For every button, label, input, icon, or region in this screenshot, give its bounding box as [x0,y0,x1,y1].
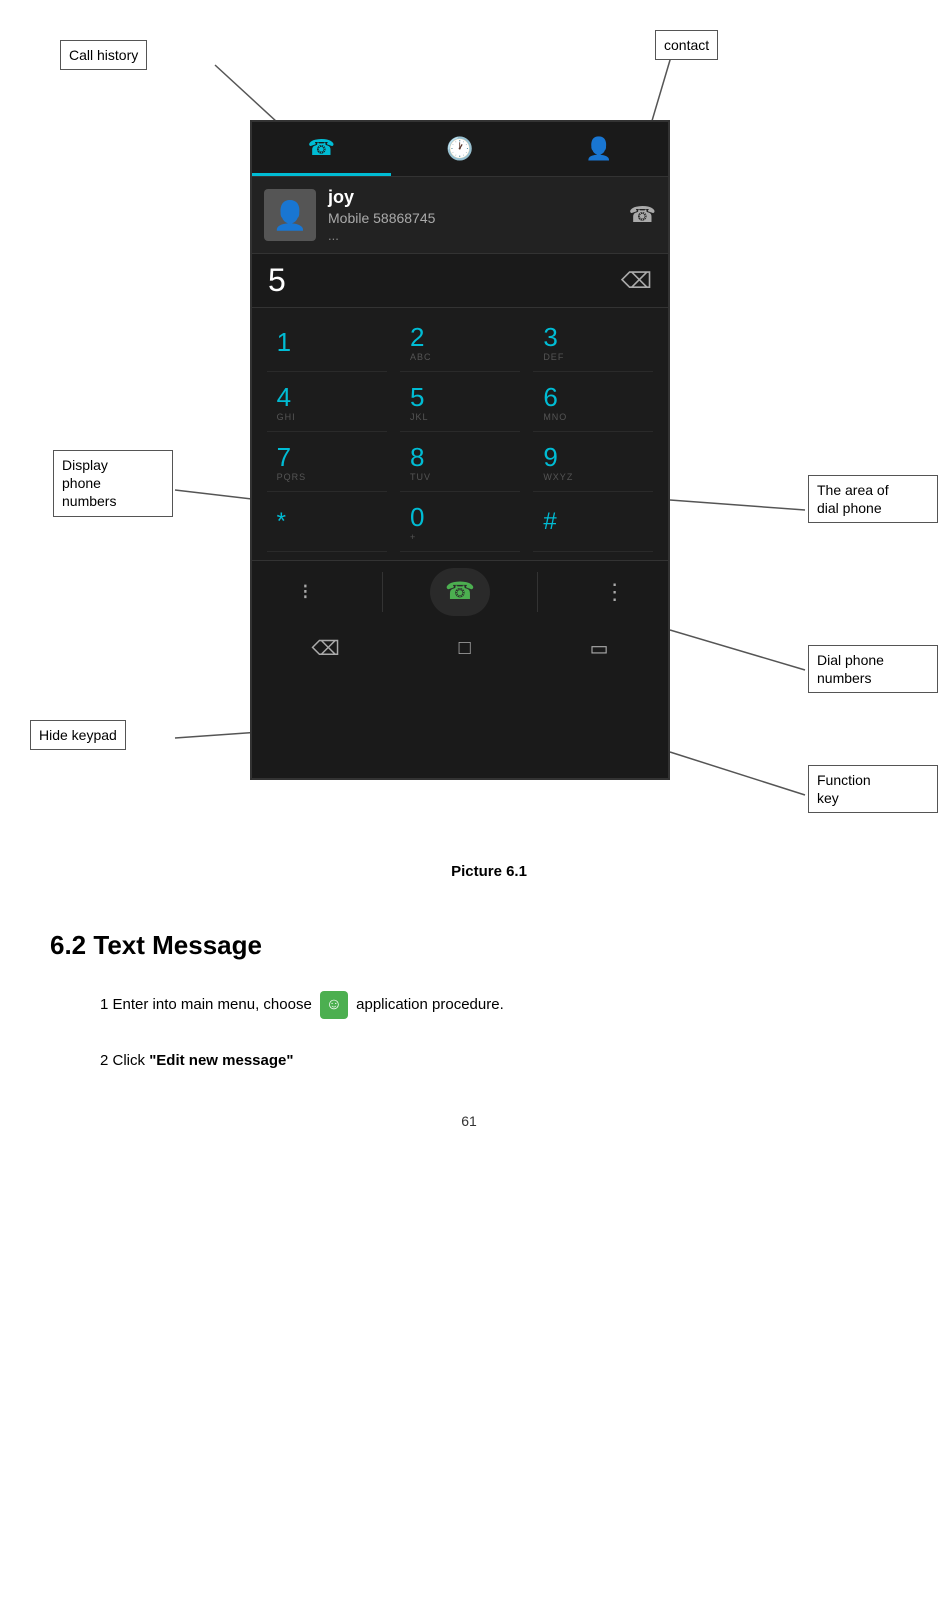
key-1[interactable]: 1 [267,314,387,372]
keypad-row-4: * 0 + # [260,494,660,552]
contact-name: joy [328,187,617,208]
step2-prefix: 2 Click [100,1052,149,1069]
keypad-toggle-button[interactable]: ⁝ [275,568,335,616]
phone-call-button[interactable]: ☎ [629,202,656,228]
page-container: Call history contact ☎ 🕐 👤 👤 joy Mobile … [0,0,938,1615]
key-5[interactable]: 5 JKL [400,374,520,432]
key-8[interactable]: 8 TUV [400,434,520,492]
area-of-dial-phone-label: The area ofdial phone [808,475,938,523]
messaging-icon [320,991,348,1019]
contact-number: Mobile 58868745 [328,210,617,226]
back-button[interactable]: ⌫ [311,636,339,661]
contact-info: joy Mobile 58868745 ... [328,187,617,243]
display-phone-numbers-label: Displayphonenumbers [53,450,173,517]
divider-2 [537,572,538,612]
divider-1 [382,572,383,612]
avatar: 👤 [264,189,316,241]
diagram-wrapper: Call history contact ☎ 🕐 👤 👤 joy Mobile … [20,20,938,890]
contact-more: ... [328,228,617,243]
dial-phone-numbers-label: Dial phonenumbers [808,645,938,693]
key-0[interactable]: 0 + [400,494,520,552]
section-heading: 6.2 Text Message [50,930,918,961]
phone-contacts-tab[interactable]: 👤 [529,122,668,176]
step2-text: 2 Click "Edit new message" [100,1049,918,1073]
phone-top-bar: ☎ 🕐 👤 [252,122,668,177]
keypad-row-3: 7 PQRS 8 TUV 9 WXYZ [260,434,660,492]
key-2[interactable]: 2 ABC [400,314,520,372]
key-3[interactable]: 3 DEF [533,314,653,372]
step1-suffix: application procedure. [356,996,504,1013]
key-star[interactable]: * [267,494,387,552]
phone-keypad: 1 2 ABC 3 DEF 4 GHI [252,308,668,560]
dial-number: 5 [268,262,288,299]
hide-keypad-label: Hide keypad [30,720,126,750]
picture-caption: Picture 6.1 [20,863,938,880]
call-history-label: Call history [60,40,147,70]
home-button[interactable]: □ [459,637,471,660]
phone-tab[interactable]: ☎ [252,122,391,176]
more-options-button[interactable]: ⋮ [585,568,645,616]
phone-nav-bar: ⌫ □ ▭ [252,622,668,674]
step2-bold: "Edit new message" [149,1052,293,1069]
key-9[interactable]: 9 WXYZ [533,434,653,492]
step1-prefix: 1 Enter into main menu, choose [100,996,312,1013]
backspace-button[interactable]: ⌫ [621,268,652,294]
page-number: 61 [20,1113,918,1129]
key-6[interactable]: 6 MNO [533,374,653,432]
phone-history-tab[interactable]: 🕐 [391,122,530,176]
keypad-row-2: 4 GHI 5 JKL 6 MNO [260,374,660,432]
key-7[interactable]: 7 PQRS [267,434,387,492]
recents-button[interactable]: ▭ [590,636,609,661]
phone-action-bar: ⁝ ☎ ⋮ [252,560,668,622]
call-button[interactable]: ☎ [430,568,490,616]
key-4[interactable]: 4 GHI [267,374,387,432]
step1-text: 1 Enter into main menu, choose applicati… [100,991,918,1019]
key-hash[interactable]: # [533,494,653,552]
function-key-label: Functionkey [808,765,938,813]
keypad-row-1: 1 2 ABC 3 DEF [260,314,660,372]
phone-screenshot: ☎ 🕐 👤 👤 joy Mobile 58868745 ... ☎ 5 ⌫ [250,120,670,780]
phone-contact-area: 👤 joy Mobile 58868745 ... ☎ [252,177,668,254]
dial-display: 5 ⌫ [252,254,668,308]
contact-label: contact [655,30,718,60]
